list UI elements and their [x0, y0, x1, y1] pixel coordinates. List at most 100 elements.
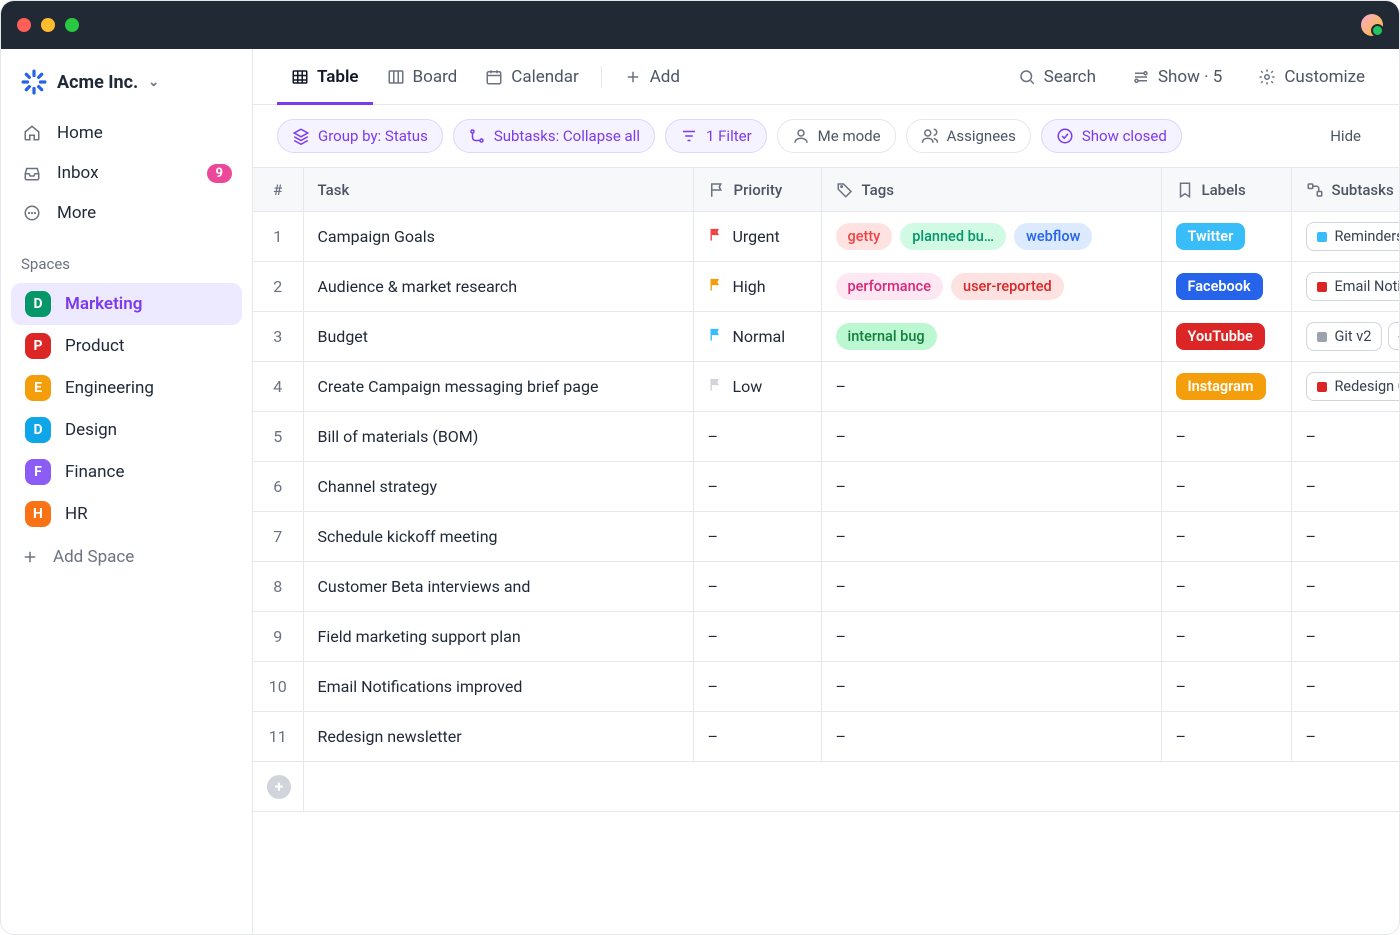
tags-cell[interactable]: performance user-reported	[821, 262, 1161, 312]
me-mode-chip[interactable]: Me mode	[777, 119, 896, 153]
priority-cell[interactable]: –	[693, 512, 821, 562]
tags-cell[interactable]: –	[821, 562, 1161, 612]
task-name-cell[interactable]: Channel strategy	[303, 462, 693, 512]
label-chip[interactable]: YouTubbe	[1176, 323, 1265, 350]
subtask-cell[interactable]: –	[1291, 412, 1399, 462]
sidebar-space-design[interactable]: DDesign	[11, 409, 242, 451]
table-row[interactable]: 10Email Notifications improved––––	[253, 662, 1399, 712]
priority-cell[interactable]: –	[693, 562, 821, 612]
priority-cell[interactable]: –	[693, 612, 821, 662]
task-name-cell[interactable]: Bill of materials (BOM)	[303, 412, 693, 462]
label-chip[interactable]: Twitter	[1176, 223, 1246, 250]
groupby-chip[interactable]: Group by: Status	[277, 119, 443, 153]
show-closed-chip[interactable]: Show closed	[1041, 119, 1182, 153]
sidebar-space-hr[interactable]: HHR	[11, 493, 242, 535]
table-row[interactable]: 5Bill of materials (BOM)––––	[253, 412, 1399, 462]
sidebar-space-marketing[interactable]: DMarketing	[11, 283, 242, 325]
col-header-num[interactable]: #	[253, 168, 303, 212]
label-cell[interactable]: Instagram	[1161, 362, 1291, 412]
tags-cell[interactable]: –	[821, 512, 1161, 562]
table-row[interactable]: 9Field marketing support plan––––	[253, 612, 1399, 662]
filter-chip[interactable]: 1 Filter	[665, 119, 767, 153]
hide-filters-button[interactable]: Hide	[1316, 120, 1375, 152]
table-row[interactable]: 1Campaign GoalsUrgentgettyplanned bu…web…	[253, 212, 1399, 262]
table-row[interactable]: 7Schedule kickoff meeting––––	[253, 512, 1399, 562]
subtasks-chip[interactable]: Subtasks: Collapse all	[453, 119, 655, 153]
subtask-chip[interactable]: Reminders for	[1306, 222, 1400, 251]
tags-cell[interactable]: –	[821, 662, 1161, 712]
tag-chip[interactable]: user-reported	[951, 273, 1064, 300]
table-row[interactable]: 3BudgetNormalinternal bugYouTubbeGit v2+	[253, 312, 1399, 362]
add-space-button[interactable]: Add Space	[1, 535, 252, 579]
subtask-cell[interactable]: Redesign Chro	[1291, 362, 1399, 412]
label-cell[interactable]: –	[1161, 412, 1291, 462]
label-cell[interactable]: –	[1161, 712, 1291, 762]
tags-cell[interactable]: –	[821, 362, 1161, 412]
maximize-window-button[interactable]	[65, 18, 79, 32]
task-name-cell[interactable]: Create Campaign messaging brief page	[303, 362, 693, 412]
col-header-labels[interactable]: Labels	[1161, 168, 1291, 212]
task-name-cell[interactable]: Campaign Goals	[303, 212, 693, 262]
label-cell[interactable]: –	[1161, 562, 1291, 612]
table-row[interactable]: 2Audience & market researchHighperforman…	[253, 262, 1399, 312]
tags-cell[interactable]: internal bug	[821, 312, 1161, 362]
task-name-cell[interactable]: Audience & market research	[303, 262, 693, 312]
label-chip[interactable]: Instagram	[1176, 373, 1266, 400]
view-tab-table[interactable]: Table	[277, 49, 373, 104]
nav-inbox[interactable]: Inbox 9	[1, 153, 252, 193]
subtask-chip[interactable]: Git v2	[1306, 322, 1383, 351]
label-cell[interactable]: –	[1161, 512, 1291, 562]
view-tab-board[interactable]: Board	[373, 49, 472, 104]
workspace-switcher[interactable]: Acme Inc. ⌄	[1, 59, 252, 113]
label-cell[interactable]: Twitter	[1161, 212, 1291, 262]
table-row[interactable]: 4Create Campaign messaging brief pageLow…	[253, 362, 1399, 412]
tag-chip[interactable]: internal bug	[836, 323, 937, 350]
search-button[interactable]: Search	[1008, 61, 1106, 93]
tag-chip[interactable]: performance	[836, 273, 944, 300]
customize-button[interactable]: Customize	[1248, 61, 1375, 93]
priority-cell[interactable]: –	[693, 662, 821, 712]
subtask-cell[interactable]: –	[1291, 712, 1399, 762]
add-view-button[interactable]: Add	[610, 49, 694, 104]
sidebar-space-product[interactable]: PProduct	[11, 325, 242, 367]
subtask-cell[interactable]: Git v2+	[1291, 312, 1399, 362]
col-header-subtasks[interactable]: Subtasks	[1291, 168, 1399, 212]
col-header-task[interactable]: Task	[303, 168, 693, 212]
sidebar-space-finance[interactable]: FFinance	[11, 451, 242, 493]
subtask-cell[interactable]: Reminders for	[1291, 212, 1399, 262]
tags-cell[interactable]: –	[821, 712, 1161, 762]
priority-cell[interactable]: Normal	[693, 312, 821, 362]
task-name-cell[interactable]: Email Notifications improved	[303, 662, 693, 712]
subtask-cell[interactable]: –	[1291, 662, 1399, 712]
subtask-cell[interactable]: Email Notificat	[1291, 262, 1399, 312]
task-name-cell[interactable]: Field marketing support plan	[303, 612, 693, 662]
sidebar-space-engineering[interactable]: EEngineering	[11, 367, 242, 409]
priority-cell[interactable]: High	[693, 262, 821, 312]
subtask-cell[interactable]: –	[1291, 462, 1399, 512]
user-avatar[interactable]	[1361, 14, 1383, 36]
table-row[interactable]: 11Redesign newsletter––––	[253, 712, 1399, 762]
label-cell[interactable]: YouTubbe	[1161, 312, 1291, 362]
table-row[interactable]: 6Channel strategy––––	[253, 462, 1399, 512]
tags-cell[interactable]: –	[821, 412, 1161, 462]
subtask-cell[interactable]: –	[1291, 512, 1399, 562]
priority-cell[interactable]: Urgent	[693, 212, 821, 262]
subtask-chip[interactable]: Email Notificat	[1306, 272, 1400, 301]
show-button[interactable]: Show · 5	[1122, 61, 1232, 93]
priority-cell[interactable]: –	[693, 712, 821, 762]
tag-chip[interactable]: planned bu…	[900, 223, 1006, 250]
label-cell[interactable]: Facebook	[1161, 262, 1291, 312]
priority-cell[interactable]: Low	[693, 362, 821, 412]
close-window-button[interactable]	[17, 18, 31, 32]
nav-more[interactable]: More	[1, 193, 252, 233]
table-scroll[interactable]: # Task Priority Tags Labels Subtasks 1Ca…	[253, 167, 1399, 934]
minimize-window-button[interactable]	[41, 18, 55, 32]
subtask-cell[interactable]: –	[1291, 562, 1399, 612]
col-header-tags[interactable]: Tags	[821, 168, 1161, 212]
tags-cell[interactable]: –	[821, 462, 1161, 512]
label-chip[interactable]: Facebook	[1176, 273, 1263, 300]
add-task-row[interactable]: +	[253, 762, 1399, 812]
tags-cell[interactable]: –	[821, 612, 1161, 662]
table-row[interactable]: 8Customer Beta interviews and––––	[253, 562, 1399, 612]
label-cell[interactable]: –	[1161, 662, 1291, 712]
